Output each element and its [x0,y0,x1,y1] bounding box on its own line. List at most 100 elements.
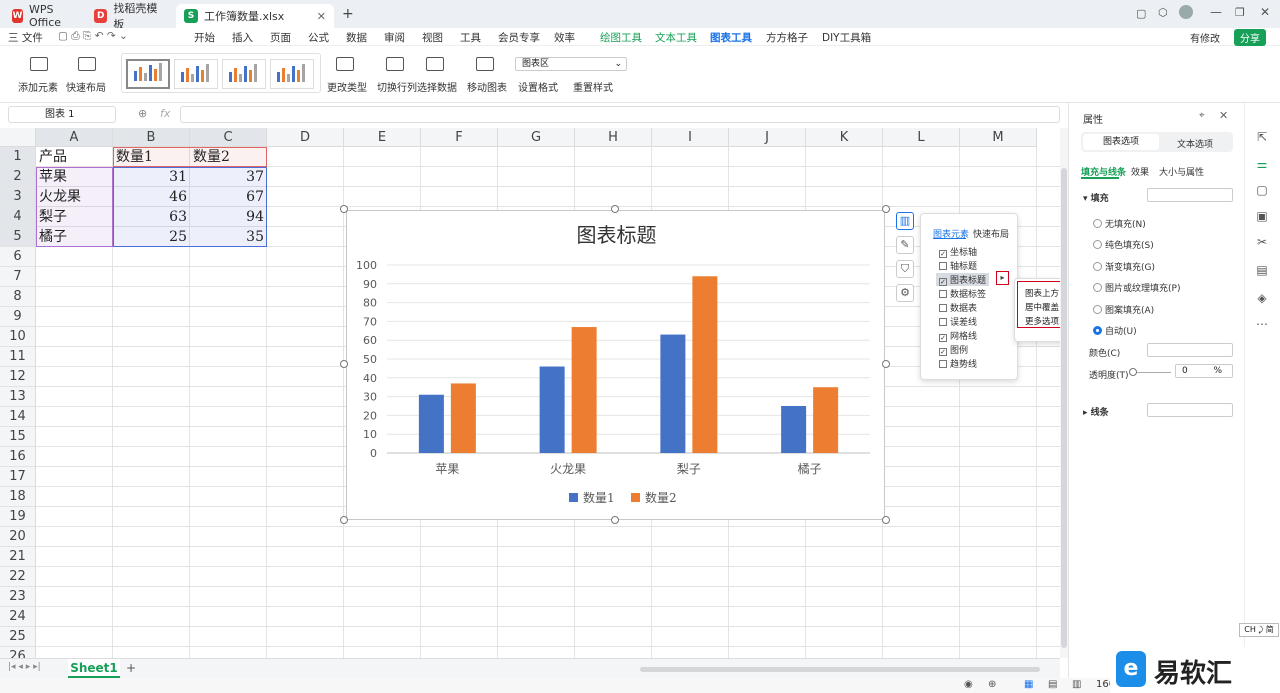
line-section[interactable]: ▸ 线条 [1083,405,1109,418]
menu-text-tools[interactable]: 文本工具 [655,30,697,45]
chart[interactable]: 图表标题 0 10 20 30 40 50 60 70 80 90 100 苹果 火龙果 梨子 橘子 数量1 数… [346,210,885,520]
column-header[interactable]: F [421,128,498,147]
resize-handle-b[interactable] [611,516,619,524]
resize-handle-tr[interactable] [882,205,890,213]
value-cell[interactable]: 37 [190,167,267,187]
fill-section[interactable]: ▾ 填充 [1083,191,1109,204]
checkbox-icon[interactable] [939,318,947,326]
category-cell[interactable]: 梨子 [36,207,113,227]
column-header[interactable]: B [113,128,190,147]
column-header[interactable]: K [806,128,883,147]
menu-formula[interactable]: 公式 [308,30,329,45]
checkbox-icon[interactable]: ✓ [939,348,947,356]
quick-access-icons[interactable]: ▢ ⎙ ⎘ ↶ ↷ ⌄ [58,30,128,43]
checkbox-icon[interactable]: ✓ [939,278,947,286]
page-view-icon[interactable]: ▤ [1048,679,1057,690]
value-cell[interactable]: 25 [113,227,190,247]
element-row[interactable]: 轴标题 [939,259,977,272]
row-header[interactable]: 26 [0,647,36,658]
header-cell[interactable]: 数量1 [113,147,190,167]
resize-handle-bl[interactable] [340,516,348,524]
menu-view[interactable]: 视图 [422,30,443,45]
select-cursor-icon[interactable]: ⇱ [1255,130,1269,144]
row-header[interactable]: 7 [0,267,36,287]
add-element-button[interactable]: 添加元素 [18,79,58,94]
chart-style-2[interactable] [174,59,218,89]
radio-auto-fill[interactable]: 自动(U) [1093,324,1137,337]
tab-wps-office[interactable]: W WPS Office [4,3,84,29]
value-cell[interactable]: 46 [113,187,190,207]
line-dropdown[interactable] [1147,403,1233,417]
slider-handle[interactable] [1129,368,1137,376]
menu-member[interactable]: 会员专享 [498,30,540,45]
column-header[interactable]: I [652,128,729,147]
row-header[interactable]: 4 [0,207,36,227]
header-cell[interactable]: 数量2 [190,147,267,167]
checkbox-icon[interactable]: ✓ [939,334,947,342]
row-header[interactable]: 23 [0,587,36,607]
formula-input[interactable] [180,106,1060,123]
element-row[interactable]: ✓ 图例 [939,343,968,356]
close-window-icon[interactable]: ✕ [1260,5,1270,19]
sheet-nav-icons[interactable]: |◂ ◂ ▸ ▸| [8,662,41,672]
transparency-input[interactable]: 0% [1175,364,1233,378]
change-type-button[interactable]: 更改类型 [327,79,367,94]
menu-data[interactable]: 数据 [346,30,367,45]
column-header[interactable]: E [344,128,421,147]
restore-icon[interactable]: ❐ [1235,6,1245,19]
fill-dropdown[interactable] [1147,188,1233,202]
new-tab-button[interactable]: + [342,6,354,22]
column-header[interactable]: L [883,128,960,147]
value-cell[interactable]: 63 [113,207,190,227]
checkbox-icon[interactable] [939,262,947,270]
row-header[interactable]: 2 [0,167,36,187]
resize-handle-r[interactable] [882,360,890,368]
tab-chart-options[interactable]: 图表选项 [1083,134,1159,150]
avatar[interactable] [1179,5,1193,19]
modified-status[interactable]: 有修改 [1190,30,1220,45]
add-sheet-button[interactable]: + [126,661,136,675]
menu-chart-tools[interactable]: 图表工具 [710,30,752,49]
radio-no-fill[interactable]: 无填充(N) [1093,217,1146,230]
value-cell[interactable]: 35 [190,227,267,247]
element-row[interactable]: ✓ 坐标轴 [939,245,977,258]
close-tab-icon[interactable]: ✕ [317,10,326,23]
row-header[interactable]: 15 [0,427,36,447]
resize-handle-tl[interactable] [340,205,348,213]
row-header[interactable]: 20 [0,527,36,547]
panel-icon[interactable]: ▤ [1255,263,1269,277]
menu-draw-tools[interactable]: 绘图工具 [600,30,642,45]
ime-indicator[interactable]: CH ⤸ 简 [1239,623,1279,637]
row-header[interactable]: 13 [0,387,36,407]
file-menu[interactable]: 三 文件 [8,30,43,45]
window-layout-icon[interactable]: ▢ [1136,7,1146,20]
set-format-button[interactable]: 设置格式 [518,79,558,94]
row-header[interactable]: 25 [0,627,36,647]
chart-style-1[interactable] [126,59,170,89]
column-header[interactable]: A [36,128,113,147]
menu-item-above[interactable]: 图表上方 [1025,287,1059,299]
sheet-tab[interactable]: Sheet1 [68,659,120,678]
menu-ffgz[interactable]: 方方格子 [766,30,808,45]
expand-arrow-icon[interactable]: ▸ [996,271,1009,285]
element-row[interactable]: ✓ 图表标题 [936,273,990,286]
value-cell[interactable]: 31 [113,167,190,187]
close-panel-icon[interactable]: ✕ [1219,109,1228,122]
column-header[interactable]: J [729,128,806,147]
row-header[interactable]: 16 [0,447,36,467]
menu-tools[interactable]: 工具 [460,30,481,45]
element-row[interactable]: ✓ 网格线 [939,329,977,342]
menu-item-overlay[interactable]: 居中覆盖 [1025,301,1059,313]
row-header[interactable]: 19 [0,507,36,527]
resize-handle-l[interactable] [340,360,348,368]
chart-elements-icon[interactable]: ▥ [896,212,914,230]
name-box[interactable]: 图表 1 [8,106,116,123]
eye-icon[interactable]: ◉ [964,679,973,690]
chart-style-3[interactable] [222,59,266,89]
row-header[interactable]: 21 [0,547,36,567]
checkbox-icon[interactable] [939,360,947,368]
chart-style-4[interactable] [270,59,314,89]
tab-text-options[interactable]: 文本选项 [1177,137,1213,150]
normal-view-icon[interactable]: ▦ [1024,679,1033,690]
tools-icon[interactable]: ✂ [1255,235,1269,249]
